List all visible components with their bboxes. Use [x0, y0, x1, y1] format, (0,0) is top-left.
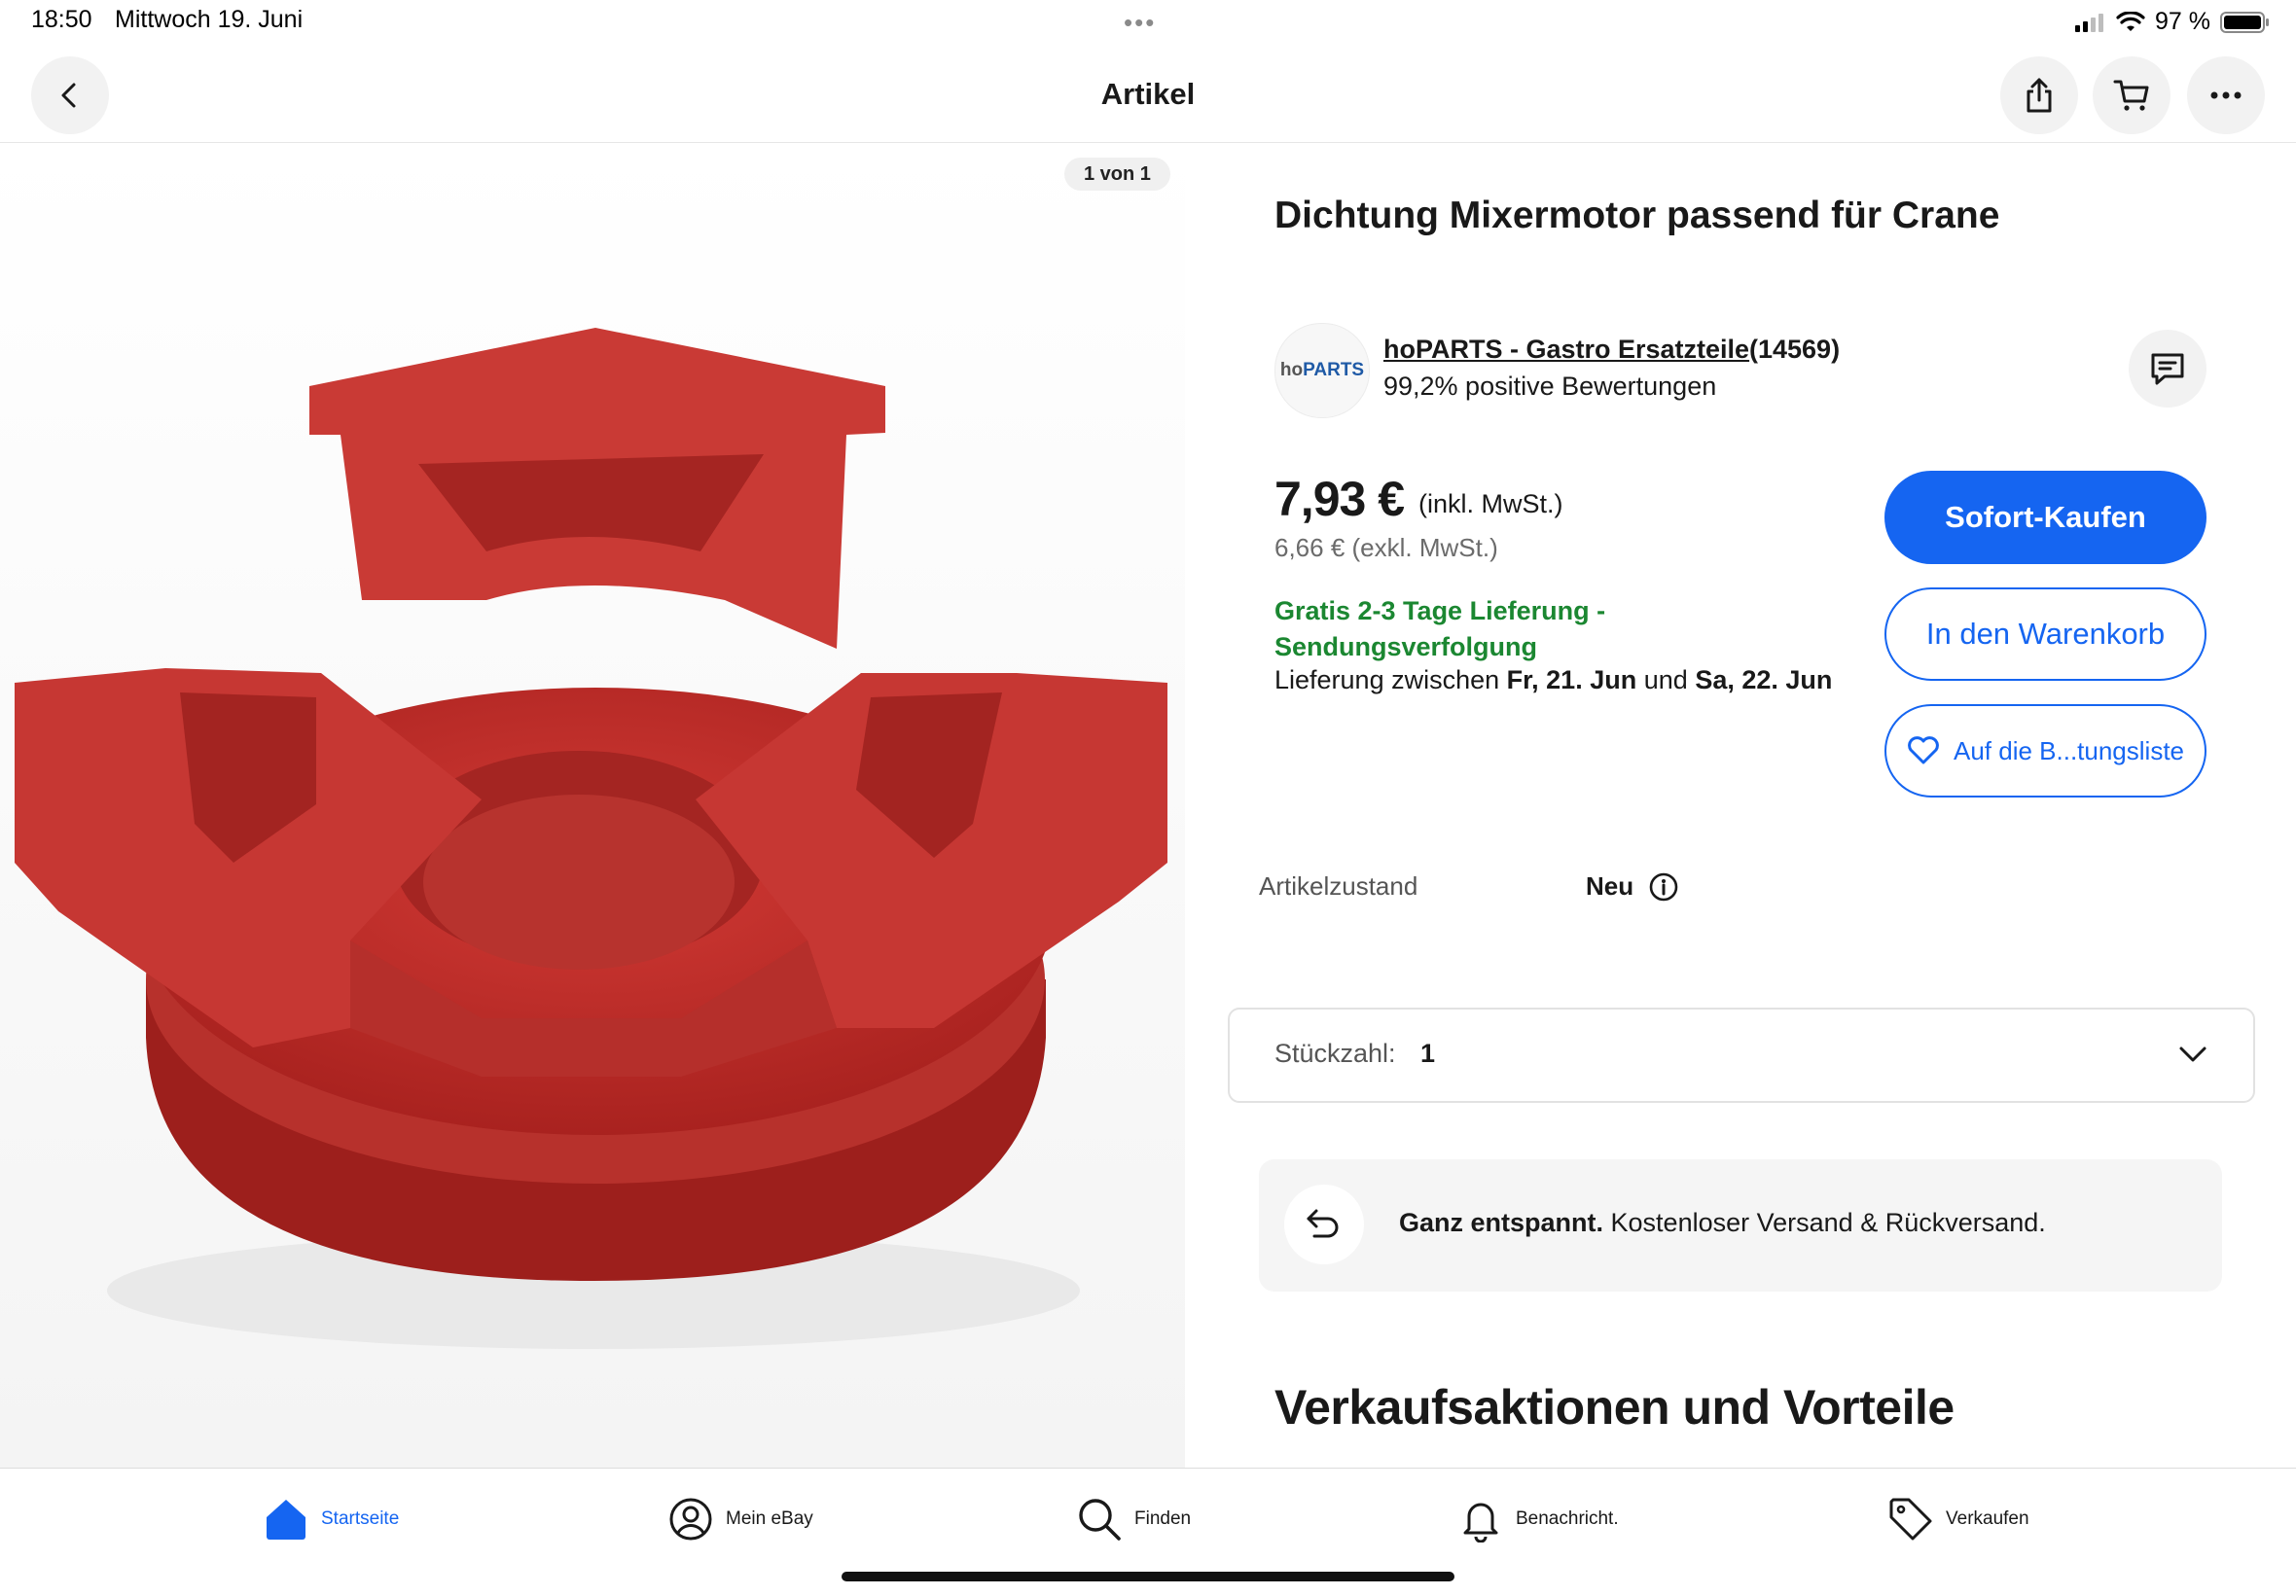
returns-detail: Kostenloser Versand & Rückversand. — [1610, 1208, 2046, 1237]
status-bar: 18:50 Mittwoch 19. Juni ••• 97 % — [0, 0, 2296, 45]
battery-percent: 97 % — [2155, 8, 2210, 35]
signal-icon — [2075, 13, 2104, 32]
image-counter: 1 von 1 — [1064, 158, 1170, 191]
tab-search[interactable]: Finden — [1076, 1496, 1191, 1543]
returns-banner: Ganz entspannt. Kostenloser Versand & Rü… — [1259, 1159, 2222, 1292]
tab-my-ebay[interactable]: Mein eBay — [667, 1496, 813, 1543]
tab-sell[interactable]: Verkaufen — [1887, 1496, 2029, 1543]
status-time: 18:50 — [31, 6, 92, 33]
tab-my-ebay-label: Mein eBay — [726, 1508, 813, 1529]
price-vat-note: (inkl. MwSt.) — [1418, 489, 1563, 518]
price-net: 6,66 € (exkl. MwSt.) — [1274, 533, 1498, 562]
delivery-and: und — [1643, 665, 1688, 694]
cart-button[interactable] — [2093, 56, 2170, 134]
quantity-value: 1 — [1420, 1039, 1436, 1068]
returns-bold: Ganz entspannt. — [1399, 1208, 1604, 1237]
more-button[interactable] — [2187, 56, 2265, 134]
battery-icon — [2220, 11, 2269, 33]
home-icon — [267, 1500, 305, 1540]
seller-logo-ho: ho — [1279, 360, 1304, 380]
delivery-estimate: Lieferung zwischen Fr, 21. Jun und Sa, 2… — [1274, 665, 1832, 695]
contact-seller-button[interactable] — [2129, 330, 2206, 408]
tab-notifications[interactable]: Benachricht. — [1457, 1496, 1619, 1543]
tab-home-label: Startseite — [321, 1508, 400, 1529]
watchlist-label: Auf die B...tungsliste — [1953, 735, 2185, 765]
shipping-headline: Gratis 2-3 Tage Lieferung - Sendungsverf… — [1274, 596, 1606, 661]
tag-icon — [1889, 1498, 1932, 1541]
share-icon — [2027, 78, 2052, 113]
page-title: Artikel — [1100, 77, 1196, 111]
wifi-icon — [2116, 11, 2145, 31]
delivery-prefix: Lieferung zwischen — [1274, 665, 1500, 694]
bell-icon — [1463, 1503, 1498, 1543]
seller-name-link[interactable]: hoPARTS - Gastro Ersatzteile — [1383, 335, 1749, 365]
watchlist-button[interactable]: Auf die B...tungsliste — [1884, 704, 2206, 798]
buy-now-button[interactable]: Sofort-Kaufen — [1884, 471, 2206, 564]
condition-label: Artikelzustand — [1259, 871, 1418, 901]
chevron-down-icon — [2179, 1046, 2206, 1062]
add-to-cart-button[interactable]: In den Warenkorb — [1884, 587, 2206, 681]
price: 7,93 € — [1274, 472, 1405, 526]
message-icon — [2151, 353, 2184, 385]
navigation-bar: Artikel — [0, 45, 2296, 143]
return-arrow-icon — [1284, 1185, 1364, 1264]
info-icon[interactable] — [1648, 871, 1679, 907]
quantity-select[interactable]: Stückzahl: 1 — [1228, 1008, 2255, 1103]
tab-notifications-label: Benachricht. — [1516, 1508, 1619, 1529]
tab-search-label: Finden — [1134, 1508, 1192, 1529]
tab-home[interactable]: Startseite — [263, 1496, 399, 1543]
heart-icon — [1908, 736, 1939, 764]
product-image[interactable] — [0, 143, 1185, 1468]
seller-logo[interactable]: ho PARTS — [1274, 323, 1370, 418]
seller-logo-parts: PARTS — [1303, 360, 1365, 380]
section-heading: Verkaufsaktionen und Vorteile — [1274, 1380, 1955, 1435]
quantity-label: Stückzahl: — [1274, 1039, 1396, 1068]
seller-rating: 99,2% positive Bewertungen — [1383, 372, 1717, 401]
seller-feedback-count: (14569) — [1749, 335, 1841, 364]
home-indicator[interactable] — [842, 1572, 1454, 1581]
returns-text: Ganz entspannt. Kostenloser Versand & Rü… — [1399, 1208, 2046, 1238]
status-date: Mittwoch 19. Juni — [115, 6, 304, 33]
tab-sell-label: Verkaufen — [1946, 1508, 2029, 1529]
share-button[interactable] — [2000, 56, 2078, 134]
condition-value: Neu — [1586, 871, 1634, 901]
status-indicators: 97 % — [2075, 8, 2271, 36]
product-photo — [15, 328, 1167, 1349]
cart-icon — [2113, 80, 2149, 111]
user-icon — [669, 1498, 712, 1541]
delivery-date-to: Sa, 22. Jun — [1695, 665, 1833, 694]
multitasking-dots-icon[interactable]: ••• — [1124, 8, 1156, 38]
delivery-date-from: Fr, 21. Jun — [1506, 665, 1637, 694]
search-icon — [1079, 1499, 1121, 1541]
product-title: Dichtung Mixermotor passend für Crane — [1274, 195, 2000, 236]
more-icon — [2210, 91, 2242, 99]
